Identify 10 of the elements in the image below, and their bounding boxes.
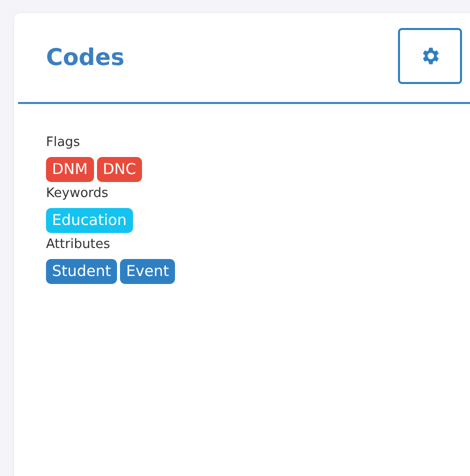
tag: Student <box>46 259 118 284</box>
group-label: Flags <box>46 134 80 152</box>
tag: DNC <box>96 157 142 182</box>
tag: Event <box>120 259 176 284</box>
tag: Education <box>46 208 133 233</box>
group-label: Attributes <box>46 236 110 254</box>
settings-button[interactable] <box>398 28 462 84</box>
panel-title: Codes <box>46 44 124 70</box>
group-label: Keywords <box>46 185 108 203</box>
tag: DNM <box>46 157 94 182</box>
